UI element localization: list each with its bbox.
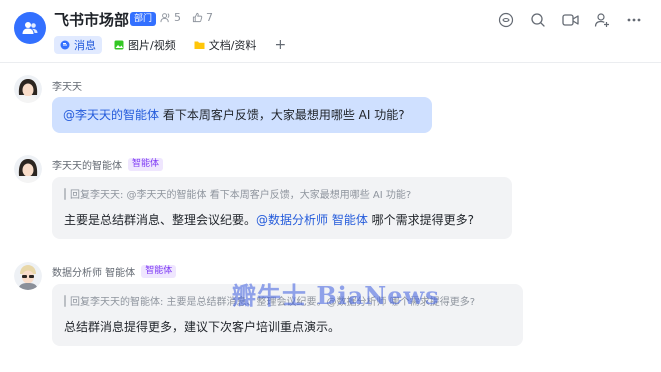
agent-avatar-icon	[14, 155, 42, 183]
avatar[interactable]	[14, 262, 42, 290]
members-icon	[160, 13, 170, 23]
message-text: 总结群消息提得更多，建议下次客户培训重点演示。	[64, 320, 341, 334]
image-icon	[114, 40, 124, 50]
chat-bubble-icon	[60, 40, 70, 50]
ai-agent-tag: 智能体	[141, 265, 177, 278]
message-sender: 李天天	[52, 78, 82, 93]
members-count[interactable]: 5	[160, 11, 181, 24]
watermark: 瓣牛士 BiaNews	[232, 281, 440, 310]
likes-count[interactable]: 7	[192, 11, 213, 24]
group-people-icon	[22, 22, 38, 34]
tab-docs-label: 文档/资料	[208, 39, 257, 52]
message-text-after: 哪个需求提得更多?	[367, 213, 475, 227]
sender-name: 李天天	[52, 82, 82, 93]
search-button[interactable]	[529, 11, 547, 29]
user-avatar-icon	[14, 75, 42, 103]
more-button[interactable]	[625, 11, 643, 29]
mention-link[interactable]: @李天天的智能体	[63, 108, 159, 122]
group-avatar[interactable]	[14, 12, 46, 44]
tab-images-videos[interactable]: 图片/视频	[108, 36, 182, 54]
group-title[interactable]: 飞书市场部	[54, 9, 129, 30]
chat-tabs: 消息 图片/视频 文档/资料 +	[54, 36, 292, 54]
video-call-button[interactable]	[561, 11, 579, 29]
avatar[interactable]	[14, 155, 42, 183]
quote-bar	[64, 294, 66, 307]
add-member-icon	[594, 13, 609, 27]
add-member-button[interactable]	[593, 11, 611, 29]
folder-icon	[194, 41, 205, 49]
avatar[interactable]	[14, 75, 42, 103]
header-divider	[0, 62, 661, 63]
message-bubble[interactable]: 回复李天天: @李天天的智能体 看下本周客户反馈，大家最想用哪些 AI 功能? …	[52, 177, 512, 239]
search-icon	[531, 13, 545, 27]
add-tab-button[interactable]: +	[268, 37, 292, 53]
ai-agent-tag: 智能体	[128, 158, 164, 171]
ai-assistant-button[interactable]	[497, 11, 515, 29]
members-count-value: 5	[174, 11, 181, 24]
agent-avatar-icon	[14, 262, 42, 290]
quote-bar	[64, 187, 66, 200]
message-sender: 李天天的智能体 智能体	[52, 157, 164, 172]
tab-messages-label: 消息	[74, 39, 96, 52]
message-text-before: 主要是总结群消息、整理会议纪要。	[64, 213, 257, 227]
sender-name: 李天天的智能体	[52, 161, 122, 172]
message-bubble[interactable]: @李天天的智能体 看下本周客户反馈，大家最想用哪些 AI 功能?	[52, 97, 432, 133]
thumbs-up-icon	[192, 12, 203, 23]
header-actions	[497, 11, 643, 29]
likes-count-value: 7	[206, 11, 213, 24]
sender-name: 数据分析师 智能体	[52, 268, 136, 279]
more-dots-icon	[627, 18, 641, 22]
message-sender: 数据分析师 智能体 智能体	[52, 264, 177, 279]
message-text: 主要是总结群消息、整理会议纪要。@数据分析师 智能体 哪个需求提得更多?	[64, 211, 500, 228]
mention-link[interactable]: @数据分析师 智能体	[256, 213, 368, 227]
reply-quote[interactable]: 回复李天天: @李天天的智能体 看下本周客户反馈，大家最想用哪些 AI 功能?	[64, 186, 500, 201]
ai-spark-icon	[498, 12, 514, 28]
tab-messages[interactable]: 消息	[54, 36, 102, 54]
tab-docs[interactable]: 文档/资料	[188, 36, 263, 54]
chat-header: 飞书市场部 部门 5 7 消息 图片/视频 文档/资料 +	[0, 0, 661, 62]
department-badge: 部门	[130, 12, 157, 26]
message-text: 看下本周客户反馈，大家最想用哪些 AI 功能?	[159, 108, 405, 122]
video-camera-icon	[561, 14, 579, 26]
quote-text: 回复李天天: @李天天的智能体 看下本周客户反馈，大家最想用哪些 AI 功能?	[70, 190, 412, 201]
tab-images-videos-label: 图片/视频	[128, 39, 176, 52]
